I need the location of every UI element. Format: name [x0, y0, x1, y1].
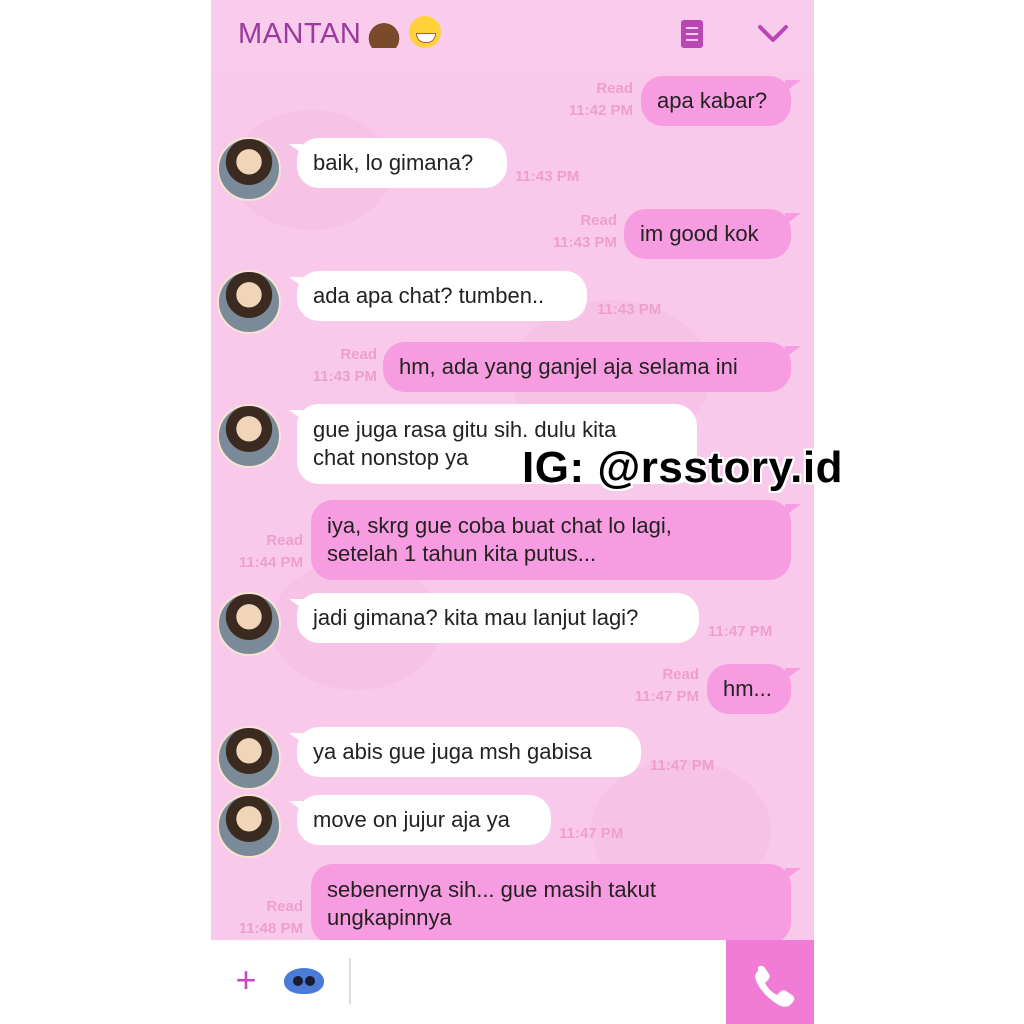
- message-bubble-outgoing[interactable]: im good kok: [624, 209, 801, 259]
- call-button[interactable]: [726, 940, 814, 1024]
- message-meta: Read 11:43 PM: [312, 346, 377, 385]
- chat-title: MANTAN: [238, 18, 362, 50]
- contact-avatar[interactable]: [217, 794, 281, 858]
- message-meta: Read 11:48 PM: [238, 898, 303, 937]
- menu-icon[interactable]: [681, 20, 703, 48]
- message-time: 11:43 PM: [597, 301, 662, 318]
- message-bubble-incoming[interactable]: ya abis gue juga msh gabisa: [289, 727, 641, 777]
- chat-screen: MANTAN Read 11:42 PM apa kabar? baik, lo …: [211, 0, 814, 1024]
- message-meta: Read 11:47 PM: [634, 666, 699, 705]
- divider: [349, 958, 351, 1004]
- laughing-emoji-icon: [409, 16, 441, 48]
- message-bubble-outgoing[interactable]: hm, ada yang ganjel aja selama ini: [383, 342, 801, 392]
- phone-icon: [755, 965, 795, 1007]
- message-time: 11:47 PM: [708, 623, 773, 640]
- message-bubble-incoming[interactable]: baik, lo gimana?: [289, 138, 507, 188]
- contact-avatar[interactable]: [217, 270, 281, 334]
- message-meta: Read 11:44 PM: [238, 532, 303, 571]
- contact-avatar[interactable]: [217, 592, 281, 656]
- message-bubble-outgoing[interactable]: hm...: [707, 664, 801, 714]
- message-bubble-outgoing[interactable]: apa kabar?: [641, 76, 801, 126]
- sticker-icon[interactable]: [284, 968, 324, 994]
- contact-avatar[interactable]: [217, 726, 281, 790]
- message-meta: Read 11:42 PM: [568, 80, 633, 119]
- message-bubble-outgoing[interactable]: sebenernya sih... gue masih takut ungkap…: [311, 864, 801, 944]
- chat-header: MANTAN: [211, 0, 814, 72]
- message-input[interactable]: [361, 954, 725, 1012]
- poop-emoji-icon: [368, 16, 400, 48]
- message-bubble-incoming[interactable]: ada apa chat? tumben..: [289, 271, 587, 321]
- chevron-down-icon[interactable]: [756, 20, 790, 46]
- message-time: 11:43 PM: [515, 168, 580, 185]
- contact-avatar[interactable]: [217, 404, 281, 468]
- message-bubble-incoming[interactable]: jadi gimana? kita mau lanjut lagi?: [289, 593, 699, 643]
- message-time: 11:47 PM: [559, 825, 624, 842]
- contact-avatar[interactable]: [217, 137, 281, 201]
- watermark: IG: @rsstory.id: [522, 443, 843, 492]
- message-meta: Read 11:43 PM: [552, 212, 617, 251]
- message-bubble-outgoing[interactable]: iya, skrg gue coba buat chat lo lagi, se…: [311, 500, 801, 580]
- plus-icon[interactable]: +: [231, 962, 261, 998]
- input-bar: +: [211, 940, 814, 1024]
- message-time: 11:47 PM: [650, 757, 715, 774]
- message-list[interactable]: Read 11:42 PM apa kabar? baik, lo gimana?…: [211, 72, 814, 944]
- message-bubble-incoming[interactable]: move on jujur aja ya: [289, 795, 551, 845]
